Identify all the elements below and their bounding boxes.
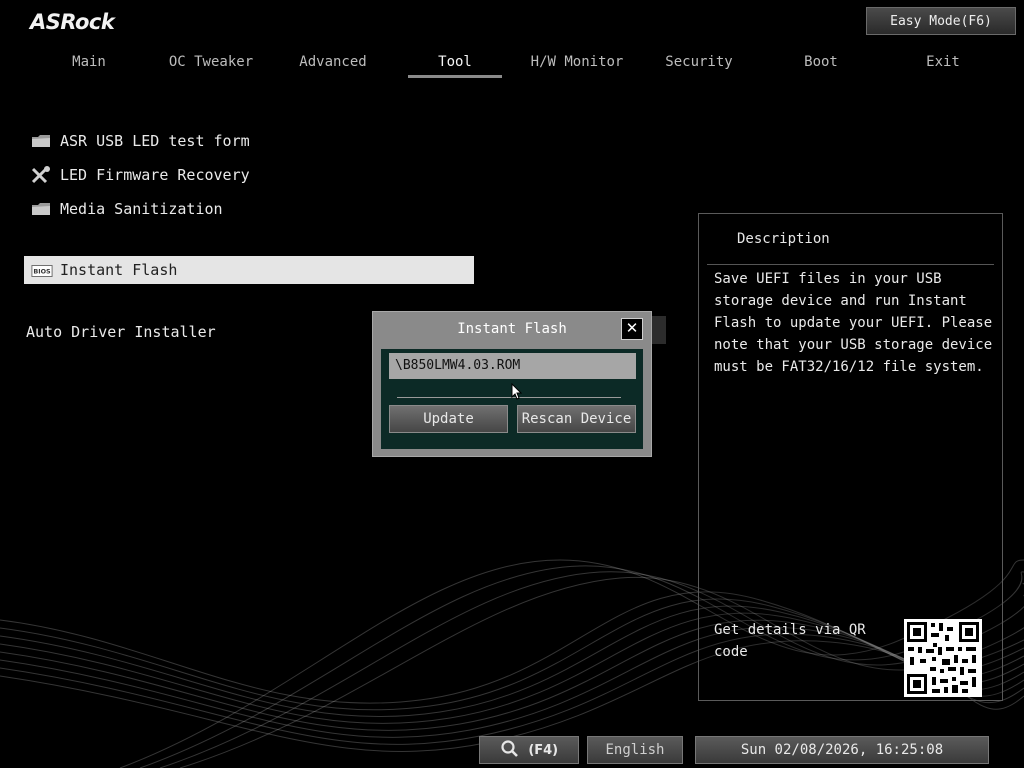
dialog-title: Instant Flash <box>457 321 567 337</box>
folder-icon <box>32 135 50 147</box>
close-icon[interactable]: ✕ <box>621 318 643 340</box>
rom-file-field[interactable]: \B850LMW4.03.ROM <box>389 353 636 379</box>
tab-security[interactable]: Security <box>640 52 758 72</box>
description-title: Description <box>737 231 830 247</box>
tab-boot[interactable]: Boot <box>762 52 880 72</box>
menu-item-label: LED Firmware Recovery <box>60 166 250 184</box>
menu-item-auto-driver-installer[interactable]: Auto Driver Installer <box>26 319 366 345</box>
easy-mode-button[interactable]: Easy Mode(F6) <box>866 7 1016 35</box>
mouse-cursor-icon <box>511 383 523 400</box>
description-text: Save UEFI files in your USB storage devi… <box>714 271 993 375</box>
search-icon <box>501 740 518 757</box>
language-button[interactable]: English <box>587 736 683 764</box>
menu-item-asr-usb-led-test-form[interactable]: ASR USB LED test form <box>30 128 470 154</box>
tab-exit[interactable]: Exit <box>884 52 1002 72</box>
menu-item-label: Auto Driver Installer <box>26 323 216 341</box>
tab-tool[interactable]: Tool <box>396 52 514 78</box>
tools-icon <box>31 166 50 184</box>
main-nav: Main OC Tweaker Advanced Tool H/W Monito… <box>30 52 1010 82</box>
menu-item-media-sanitization[interactable]: Media Sanitization <box>30 196 470 222</box>
tab-oc-tweaker[interactable]: OC Tweaker <box>152 52 270 72</box>
folder-icon <box>32 203 50 215</box>
menu-item-instant-flash[interactable]: BIOS Instant Flash <box>24 256 474 284</box>
qr-caption: Get details via QR code <box>714 622 866 660</box>
tab-advanced[interactable]: Advanced <box>274 52 392 72</box>
tab-hw-monitor[interactable]: H/W Monitor <box>518 52 636 72</box>
search-button[interactable]: (F4) <box>479 736 579 764</box>
tab-main[interactable]: Main <box>30 52 148 72</box>
description-divider <box>707 264 994 265</box>
menu-item-led-firmware-recovery[interactable]: LED Firmware Recovery <box>30 162 470 188</box>
menu-item-label: Instant Flash <box>60 261 178 279</box>
description-panel: Description Save UEFI files in your USB … <box>698 213 1003 701</box>
datetime-display[interactable]: Sun 02/08/2026, 16:25:08 <box>695 736 989 764</box>
svg-text:BIOS: BIOS <box>33 268 51 276</box>
asrock-logo: ASRock <box>30 10 115 34</box>
menu-item-label: Media Sanitization <box>60 200 223 218</box>
qr-code-icon <box>904 619 982 697</box>
rescan-device-button[interactable]: Rescan Device <box>517 405 636 433</box>
progress-line <box>397 397 621 398</box>
search-key-label: (F4) <box>528 743 559 758</box>
bios-chip-icon: BIOS <box>31 265 53 277</box>
update-button[interactable]: Update <box>389 405 508 433</box>
menu-item-label: ASR USB LED test form <box>60 132 250 150</box>
